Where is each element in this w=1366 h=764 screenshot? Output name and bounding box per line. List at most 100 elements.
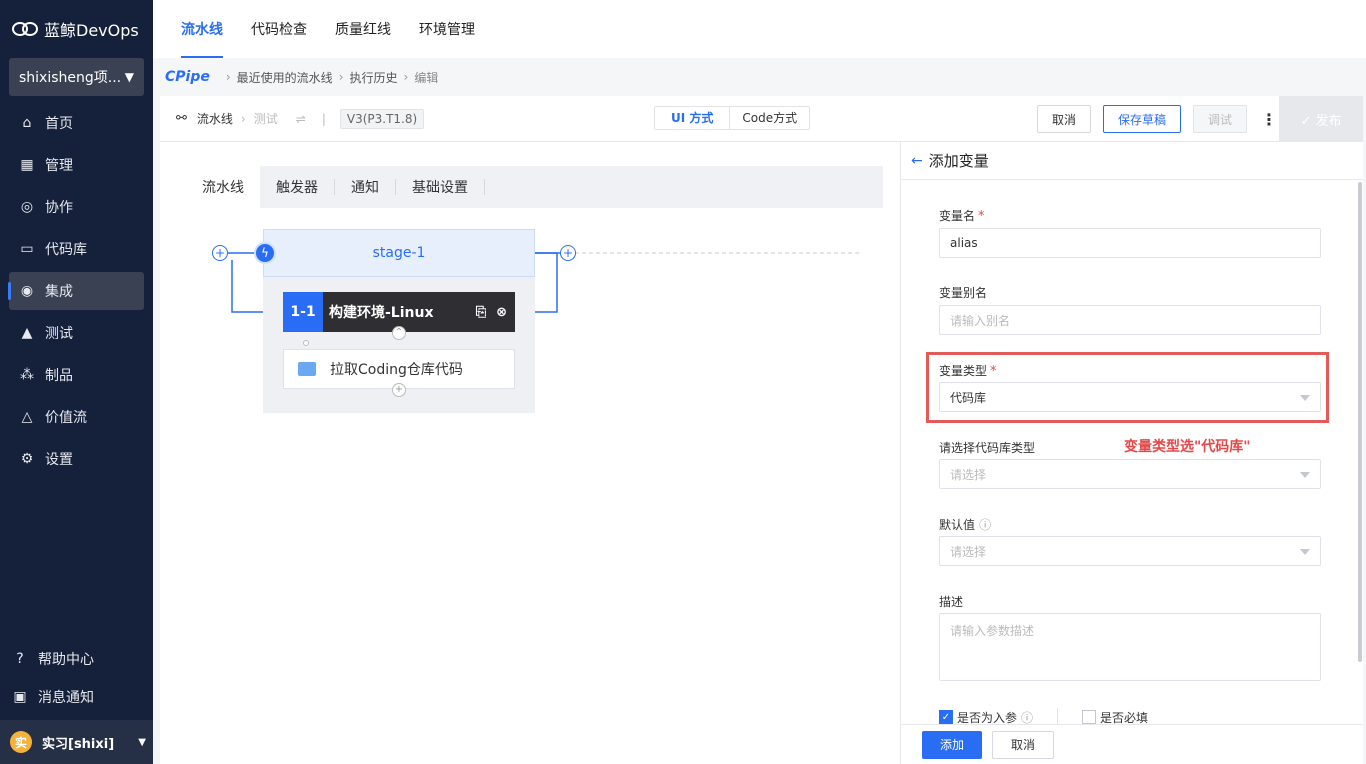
sidebar-item-home[interactable]: ⌂ 首页 [9, 104, 144, 142]
project-selector[interactable]: shixisheng项... ▼ [9, 58, 144, 96]
messages-link[interactable]: ▣ 消息通知 [0, 678, 153, 716]
sidebar-item-collab[interactable]: ◎ 协作 [9, 188, 144, 226]
chevron-down-icon [1300, 472, 1310, 478]
chevron-right-icon: › [240, 111, 246, 126]
pipeline-icon: ⚯ [176, 111, 187, 126]
copy-icon[interactable]: ⎘ [476, 305, 486, 320]
repo-type-select[interactable]: 请选择 [939, 459, 1321, 489]
user-menu[interactable]: 实 实习[shixi] ▼ [0, 720, 153, 764]
sidebar-item-code-repo[interactable]: ▭ 代码库 [9, 230, 144, 268]
trigger-bolt-icon[interactable]: ϟ [254, 242, 276, 264]
sidebar-item-label: 集成 [45, 284, 73, 300]
value-stream-icon: △ [21, 409, 33, 425]
var-name-input[interactable]: alias [939, 228, 1321, 258]
messages-label: 消息通知 [38, 690, 94, 706]
debug-button[interactable]: 调试 [1192, 105, 1247, 133]
info-icon[interactable]: ⓘ [1021, 709, 1033, 726]
switch-icon[interactable]: ⇌ [296, 112, 306, 126]
alias-input[interactable]: 请输入别名 [939, 305, 1321, 335]
default-placeholder: 请选择 [950, 544, 987, 559]
sidebar-item-label: 首页 [45, 116, 73, 132]
pipeline-canvas: 流水线 触发器 通知 基础设置 stage-1 + ϟ + 1-1 构建环境-L… [160, 142, 900, 764]
panel-header: ← 添加变量 [901, 142, 1363, 180]
mode-ui-button[interactable]: UI 方式 [655, 107, 731, 129]
add-step-icon[interactable]: + [392, 383, 406, 397]
breadcrumb-history[interactable]: 执行历史 [350, 69, 398, 86]
brand-logo[interactable]: 蓝鲸DevOps [0, 0, 153, 58]
back-arrow-icon[interactable]: ← [911, 153, 923, 169]
add-button[interactable]: 添加 [922, 730, 983, 759]
sidebar-item-test[interactable]: ▲ 测试 [9, 314, 144, 352]
sidebar-item-value-stream[interactable]: △ 价值流 [9, 398, 144, 436]
required-mark: * [978, 209, 985, 224]
var-name-label: 变量名 [939, 209, 976, 223]
chevron-right-icon: › [403, 70, 409, 84]
divider: | [321, 111, 326, 126]
is-required-label: 是否必填 [1100, 710, 1149, 725]
sidebar-item-manage[interactable]: ▦ 管理 [9, 146, 144, 184]
user-name: 实习[shixi] [42, 736, 115, 752]
message-icon: ▣ [13, 689, 27, 705]
panel-title: 添加变量 [928, 152, 989, 170]
panel-cancel-button[interactable]: 取消 [992, 730, 1055, 759]
flask-icon: ▲ [21, 325, 33, 341]
connector-dot [303, 340, 309, 346]
pipeline-name: 测试 [253, 112, 278, 126]
help-icon: ? [16, 651, 24, 667]
chevron-right-icon: › [338, 70, 344, 84]
sidebar-bottom: ? 帮助中心 ▣ 消息通知 实 实习[shixi] ▼ [0, 640, 153, 764]
panel-scrollbar[interactable] [1358, 182, 1362, 662]
repo-type-placeholder: 请选择 [950, 467, 987, 482]
add-stage-after-icon[interactable]: + [560, 245, 576, 261]
sidebar-item-label: 代码库 [45, 242, 87, 258]
artifact-icon: ⁂ [20, 367, 34, 383]
annotation-highlight-box [926, 352, 1329, 423]
more-icon[interactable]: ⋮ [1261, 110, 1277, 129]
is-param-checkbox[interactable]: ✓ [939, 710, 953, 724]
version-badge: V3(P3.T1.8) [339, 108, 425, 129]
desc-label: 描述 [939, 595, 964, 609]
alias-label-row: 变量别名 [939, 284, 987, 301]
coding-plugin-icon [298, 362, 316, 376]
add-stage-before-icon[interactable]: + [212, 245, 228, 261]
job-number: 1-1 [283, 292, 323, 332]
bluking-logo-icon [12, 22, 38, 36]
breadcrumb-edit: 编辑 [414, 70, 439, 85]
panel-footer: 添加 取消 [901, 724, 1363, 764]
tab-env-manage[interactable]: 环境管理 [419, 0, 475, 58]
desc-label-row: 描述 [939, 593, 963, 610]
cpipe-logo[interactable]: CPipe [165, 69, 210, 85]
repo-type-label-row: 请选择代码库类型 [939, 439, 1035, 456]
breadcrumb-recent[interactable]: 最近使用的流水线 [237, 69, 333, 86]
tab-quality-gate[interactable]: 质量红线 [335, 0, 391, 58]
collapse-job-icon[interactable]: ⌃ [392, 326, 406, 340]
alias-label: 变量别名 [939, 286, 988, 300]
toolbar-actions: 取消 保存草稿 调试 ⋮ [1025, 105, 1277, 133]
info-icon[interactable]: ⓘ [979, 518, 991, 532]
caret-down-icon: ▼ [138, 736, 146, 748]
stage-header[interactable]: stage-1 [263, 229, 535, 277]
desc-textarea[interactable]: 请输入参数描述 [939, 613, 1321, 681]
publish-button[interactable]: ✓ 发布 [1279, 96, 1363, 142]
sidebar-item-artifact[interactable]: ⁂ 制品 [9, 356, 144, 394]
sidebar-item-label: 制品 [45, 368, 73, 384]
avatar: 实 [10, 731, 32, 753]
pipeline-toolbar: ⚯ 流水线 › 测试 ⇌ | V3(P3.T1.8) UI 方式 Code方式 … [160, 96, 1363, 142]
close-circle-icon[interactable]: ⊗ [496, 305, 507, 320]
tab-pipeline[interactable]: 流水线 [181, 0, 223, 58]
breadcrumb: CPipe › 最近使用的流水线 › 执行历史 › 编辑 [153, 58, 1366, 96]
save-draft-button[interactable]: 保存草稿 [1102, 105, 1181, 133]
sidebar-item-settings[interactable]: ⚙ 设置 [9, 440, 144, 478]
chevron-right-icon: › [225, 70, 231, 84]
help-center-link[interactable]: ? 帮助中心 [0, 640, 153, 678]
top-nav: 流水线 代码检查 质量红线 环境管理 [153, 0, 1366, 58]
sidebar-item-integration[interactable]: ◉ 集成 [8, 272, 144, 310]
is-required-checkbox[interactable] [1082, 710, 1097, 724]
pipeline-label[interactable]: 流水线 [197, 110, 233, 127]
step-name: 拉取Coding仓库代码 [330, 362, 463, 378]
tab-code-check[interactable]: 代码检查 [251, 0, 307, 58]
cancel-button[interactable]: 取消 [1036, 105, 1091, 133]
mode-code-button[interactable]: Code方式 [730, 107, 809, 129]
sidebar-item-label: 管理 [45, 158, 73, 174]
default-select[interactable]: 请选择 [939, 536, 1321, 566]
